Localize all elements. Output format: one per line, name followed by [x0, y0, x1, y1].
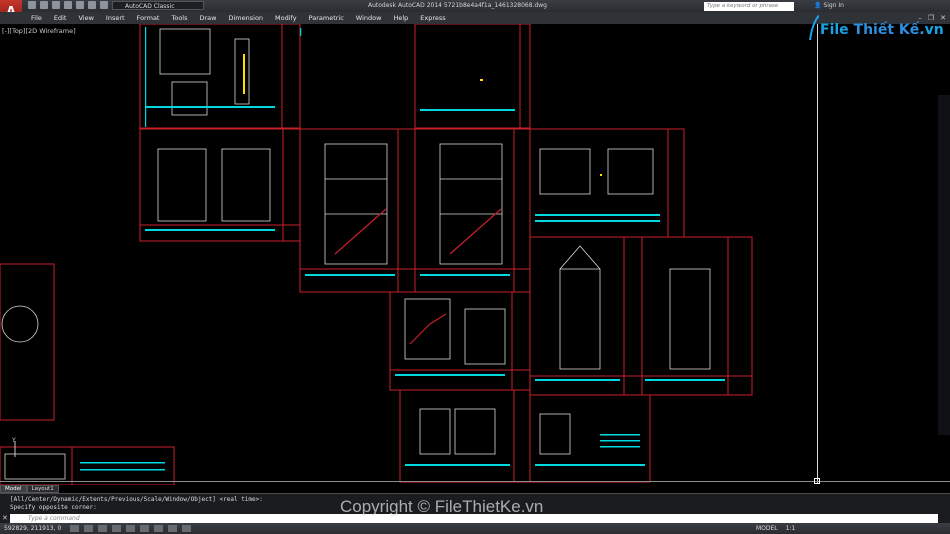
menu-item[interactable]: Express [414, 12, 451, 24]
dyn-toggle[interactable] [168, 525, 177, 532]
lineweight-toggle[interactable] [182, 525, 191, 532]
grid-toggle[interactable] [84, 525, 93, 532]
polar-toggle[interactable] [112, 525, 121, 532]
drawing-sheet [0, 263, 55, 421]
menu-item[interactable]: Dimension [222, 12, 269, 24]
cursor-pickbox [814, 478, 820, 484]
crosshair-vertical [817, 24, 818, 484]
menu-item[interactable]: Tools [165, 12, 193, 24]
drafting-toggles [70, 525, 191, 532]
crosshair-horizontal [0, 481, 950, 482]
snap-toggle[interactable] [70, 525, 79, 532]
tab-model[interactable]: Model [0, 485, 27, 493]
model-space-button[interactable]: MODEL [756, 523, 778, 534]
annotation-scale[interactable]: 1:1 [786, 523, 796, 534]
menu-item[interactable]: Edit [48, 12, 73, 24]
status-right: MODEL 1:1 [756, 523, 795, 534]
ortho-toggle[interactable] [98, 525, 107, 532]
drawing-sheet [71, 446, 175, 485]
drawing-sheet [529, 394, 651, 483]
drawing-sheet [529, 236, 643, 396]
drawing-sheet [414, 128, 531, 293]
workspace-select[interactable]: AutoCAD Classic [112, 1, 204, 10]
menu-item[interactable]: Draw [194, 12, 223, 24]
menu-item[interactable]: File [25, 12, 48, 24]
command-history-line: Specify opposite corner: [10, 504, 97, 511]
navigation-bar[interactable] [938, 95, 950, 435]
menu-item[interactable]: Parametric [303, 12, 350, 24]
menu-item[interactable]: Format [131, 12, 166, 24]
drawing-canvas[interactable] [0, 24, 950, 485]
print-icon[interactable] [76, 1, 84, 9]
ucs-icon: Y [11, 437, 16, 457]
command-history-line: [All/Center/Dynamic/Extents/Previous/Sca… [10, 496, 263, 503]
drawing-sheet [641, 236, 753, 396]
menu-item[interactable]: Modify [269, 12, 303, 24]
filethietke-logo: File Thiết Kế.vn [808, 14, 944, 48]
status-bar: 592829, 211913, 0 MODEL 1:1 [0, 523, 950, 534]
new-icon[interactable] [28, 1, 36, 9]
sign-in-button[interactable]: 👤 Sign In [814, 1, 844, 11]
close-command-icon[interactable]: ✕ [2, 514, 8, 523]
svg-text:Y: Y [11, 437, 16, 444]
tab-layout1[interactable]: Layout1 [26, 485, 59, 493]
osnap-toggle[interactable] [126, 525, 135, 532]
menu-item[interactable]: Help [387, 12, 414, 24]
layout-tabs: Model Layout1 [0, 485, 59, 493]
otrack-toggle[interactable] [140, 525, 149, 532]
redo-icon[interactable] [100, 1, 108, 9]
open-icon[interactable] [40, 1, 48, 9]
quick-access-toolbar [28, 1, 108, 9]
drawing-sheet [414, 24, 531, 129]
window-title: Autodesk AutoCAD 2014 5721b8e4a4f1a_1461… [368, 2, 547, 9]
coordinate-readout: 592829, 211913, 0 [4, 525, 62, 532]
save-icon[interactable] [52, 1, 60, 9]
ducs-toggle[interactable] [154, 525, 163, 532]
menu-item[interactable]: Insert [100, 12, 131, 24]
drawing-sheet [399, 389, 531, 483]
search-input[interactable]: Type a keyword or phrase [704, 2, 794, 11]
save-as-icon[interactable] [64, 1, 72, 9]
drawing-sheet [139, 24, 301, 129]
undo-icon[interactable] [88, 1, 96, 9]
menu-item[interactable]: View [72, 12, 99, 24]
drawing-sheet [139, 128, 301, 242]
watermark: Copyright © FileThietKe.vn [340, 497, 544, 516]
menu-item[interactable]: Window [350, 12, 388, 24]
title-bar: AutoCAD Classic Autodesk AutoCAD 2014 57… [0, 0, 950, 12]
